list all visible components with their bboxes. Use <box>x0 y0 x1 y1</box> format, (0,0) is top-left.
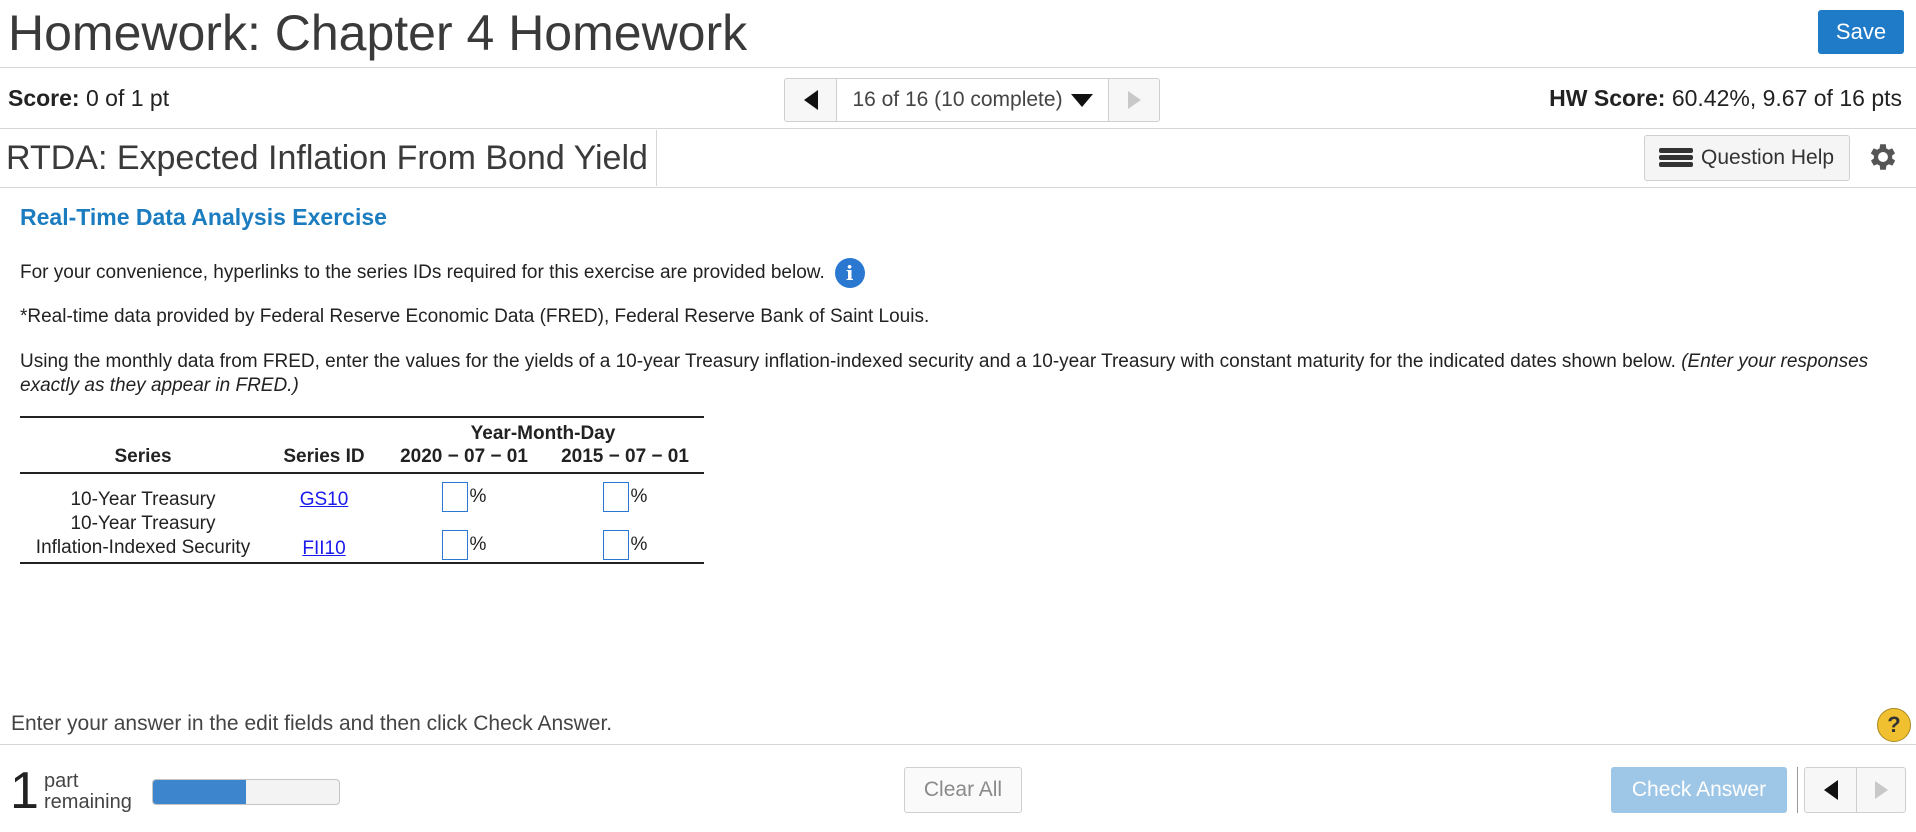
parts-label-line2: remaining <box>44 791 132 813</box>
chevron-right-icon <box>1127 91 1141 109</box>
series-name-line2: Inflation-Indexed Security <box>35 537 251 558</box>
hw-score-label: HW Score: <box>1549 85 1666 111</box>
col-series-id-header: Series ID <box>266 445 382 474</box>
data-table: Year-Month-Day Series Series ID 2020 − 0… <box>20 416 704 564</box>
score-value: 0 of 1 pt <box>85 85 170 111</box>
group-header: Year-Month-Day <box>382 416 704 445</box>
footer-previous-button[interactable] <box>1805 768 1857 812</box>
chevron-left-icon <box>1823 780 1838 800</box>
series-link-gs10[interactable]: GS10 <box>300 489 349 510</box>
progress-bar <box>152 779 340 805</box>
page-title: Homework: Chapter 4 Homework <box>8 5 748 61</box>
check-answer-button[interactable]: Check Answer <box>1611 767 1787 813</box>
footer-next-button[interactable] <box>1857 768 1905 812</box>
hw-score: HW Score: 60.42%, 9.67 of 16 pts <box>1549 85 1902 112</box>
percent-label: % <box>469 534 487 555</box>
intro-text: For your convenience, hyperlinks to the … <box>20 262 825 283</box>
table-row: 10-Year Treasury Inflation-Indexed Secur… <box>20 512 704 564</box>
chevron-right-icon <box>1874 781 1888 799</box>
instructions-text: Using the monthly data from FRED, enter … <box>20 351 1676 372</box>
question-help-label: Question Help <box>1701 146 1835 169</box>
source-note: *Real-time data provided by Federal Rese… <box>20 306 930 327</box>
parts-label-line1: part <box>44 770 79 792</box>
percent-label: % <box>630 486 648 507</box>
divider <box>1797 767 1798 813</box>
score-label: Score: <box>8 85 80 111</box>
help-icon[interactable]: ? <box>1877 708 1911 742</box>
info-icon[interactable]: i <box>834 258 865 288</box>
series-name: 10-Year Treasury <box>70 513 216 534</box>
next-question-button[interactable] <box>1109 79 1159 121</box>
series-link-fii10[interactable]: FII10 <box>302 538 345 559</box>
question-selector-dropdown[interactable]: 16 of 16 (10 complete) <box>837 79 1109 121</box>
question-selector-label: 16 of 16 (10 complete) <box>852 88 1063 111</box>
col-date1-header: 2020 − 07 − 01 <box>382 445 546 474</box>
progress-fill <box>153 780 246 804</box>
question-navigator: 16 of 16 (10 complete) <box>784 78 1160 122</box>
previous-question-button[interactable] <box>785 79 837 121</box>
parts-remaining-count: 1 <box>10 762 39 820</box>
col-date2-header: 2015 − 07 − 01 <box>546 445 704 474</box>
footer-question-navigator <box>1804 767 1906 813</box>
question-help-button[interactable]: Question Help <box>1644 135 1850 181</box>
percent-label: % <box>630 534 648 555</box>
title-bar: Homework: Chapter 4 Homework Save <box>0 0 1916 68</box>
question-bar: RTDA: Expected Inflation From Bond Yield… <box>0 130 1916 188</box>
score: Score: 0 of 1 pt <box>8 85 169 112</box>
answer-input-gs10-2020[interactable] <box>441 482 468 512</box>
parts-remaining-label: part remaining <box>44 771 132 813</box>
answer-instruction: Enter your answer in the edit fields and… <box>11 712 613 735</box>
table-row: 10-Year Treasury GS10 % % <box>20 473 704 512</box>
intro-paragraph: For your convenience, hyperlinks to the … <box>20 258 865 288</box>
answer-input-fii10-2015[interactable] <box>602 530 629 560</box>
gear-icon[interactable] <box>1866 140 1900 174</box>
save-button[interactable]: Save <box>1818 10 1904 54</box>
answer-input-gs10-2015[interactable] <box>602 482 629 512</box>
section-title: Real-Time Data Analysis Exercise <box>20 204 387 230</box>
series-name: 10-Year Treasury <box>70 489 216 510</box>
clear-all-button[interactable]: Clear All <box>904 767 1022 813</box>
percent-label: % <box>469 486 487 507</box>
chevron-left-icon <box>803 90 818 110</box>
instructions-paragraph: Using the monthly data from FRED, enter … <box>20 350 1880 398</box>
col-series-header: Series <box>20 445 266 474</box>
footer-bar: 1 part remaining Clear All Check Answer <box>0 744 1916 832</box>
hw-score-value: 60.42%, 9.67 of 16 pts <box>1671 85 1902 111</box>
caret-down-icon <box>1070 93 1093 107</box>
list-icon <box>1659 147 1693 169</box>
question-title: RTDA: Expected Inflation From Bond Yield <box>6 130 657 186</box>
answer-input-fii10-2020[interactable] <box>441 530 468 560</box>
score-bar: Score: 0 of 1 pt 16 of 16 (10 complete) … <box>0 69 1916 129</box>
